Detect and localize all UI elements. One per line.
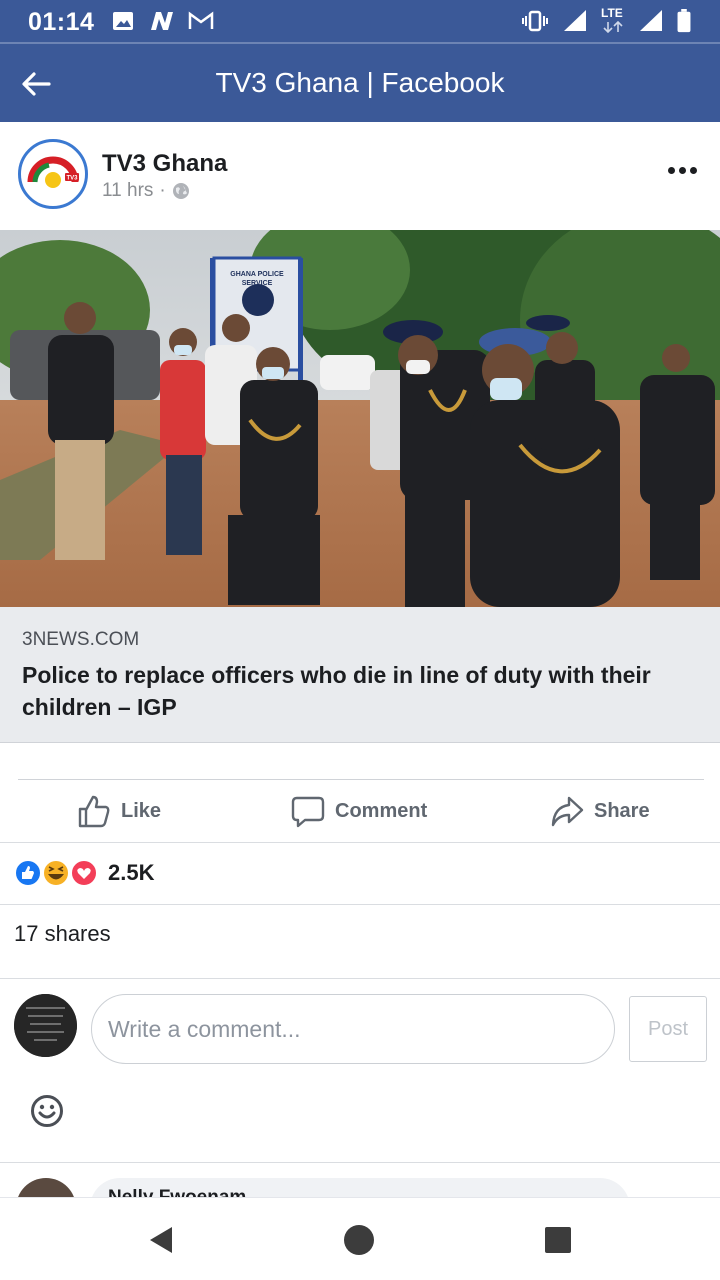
- app-header: TV3 Ghana | Facebook: [0, 44, 720, 122]
- comment-author-avatar[interactable]: [16, 1178, 76, 1197]
- separator: [0, 978, 720, 979]
- android-nav-bar: [0, 1197, 720, 1280]
- status-bar: 01:14 LTE: [0, 0, 720, 44]
- link-preview[interactable]: 3NEWS.COM Police to replace officers who…: [0, 607, 720, 743]
- comment-icon: [291, 796, 325, 828]
- gmail-icon: [188, 11, 214, 29]
- back-triangle-icon: [150, 1227, 172, 1253]
- like-button[interactable]: Like: [77, 792, 161, 830]
- comment-author-name[interactable]: Nelly Fwoenam: [108, 1187, 246, 1197]
- post-button[interactable]: Post: [629, 996, 707, 1062]
- signal-icon: [564, 10, 586, 31]
- vibrate-icon: [522, 10, 548, 32]
- love-reaction-icon: [70, 859, 98, 887]
- tv3-logo: TV3: [27, 156, 79, 188]
- nav-recents-button[interactable]: [540, 1222, 576, 1258]
- image-sign-text: GHANA POLICE SERVICE: [230, 271, 284, 287]
- battery-icon: [677, 9, 691, 33]
- news-photo: [0, 230, 720, 607]
- recents-square-icon: [545, 1227, 571, 1253]
- more-dots-icon: [667, 166, 675, 174]
- like-reaction-icon: [14, 859, 42, 887]
- smiley-icon: [31, 1095, 63, 1127]
- comment-input[interactable]: [91, 994, 615, 1064]
- more-options-button[interactable]: [662, 158, 702, 182]
- share-arrow-icon: [551, 796, 584, 827]
- next-comment: Nelly Fwoenam: [0, 1163, 720, 1197]
- action-bar: Like Comment Share: [0, 780, 720, 842]
- status-time: 01:14: [28, 8, 95, 36]
- link-title: Police to replace officers who die in li…: [22, 662, 651, 720]
- shares-count[interactable]: 17 shares: [14, 921, 111, 947]
- comment-button[interactable]: Comment: [291, 792, 427, 830]
- share-button[interactable]: Share: [550, 792, 650, 830]
- nav-back-button[interactable]: [142, 1222, 178, 1258]
- page-title: TV3 Ghana | Facebook: [215, 67, 505, 98]
- link-domain: 3NEWS.COM: [22, 629, 140, 650]
- thumbs-up-icon: [78, 795, 110, 828]
- image-icon: [113, 12, 133, 30]
- link-image[interactable]: GHANA POLICE SERVICE: [0, 230, 720, 607]
- like-label: Like: [121, 799, 162, 822]
- home-circle-icon: [344, 1225, 374, 1255]
- lte-signal-icon: [640, 10, 662, 31]
- globe-icon: [172, 183, 189, 199]
- reaction-icons: [14, 859, 98, 887]
- avatar-logo-text: TV3: [66, 176, 78, 182]
- page-name[interactable]: TV3 Ghana: [102, 150, 227, 178]
- page-avatar[interactable]: TV3: [18, 139, 88, 209]
- share-label: Share: [594, 799, 650, 822]
- reactions-summary[interactable]: 2.5K: [0, 843, 720, 903]
- separator: [0, 904, 720, 905]
- post-header: TV3 TV3 Ghana 11 hrs ·: [0, 122, 720, 230]
- emoji-button[interactable]: [30, 1094, 64, 1128]
- n-app-icon: [151, 12, 173, 30]
- post-time[interactable]: 11 hrs: [102, 180, 153, 202]
- post-meta: 11 hrs ·: [102, 180, 190, 202]
- data-arrows-icon: [603, 21, 623, 33]
- reaction-count: 2.5K: [108, 860, 155, 885]
- meta-separator: ·: [159, 180, 166, 201]
- network-type: LTE: [601, 6, 623, 20]
- haha-reaction-icon: [42, 859, 70, 887]
- user-avatar: [14, 994, 77, 1057]
- nav-home-button[interactable]: [341, 1222, 377, 1258]
- comment-label: Comment: [335, 799, 428, 822]
